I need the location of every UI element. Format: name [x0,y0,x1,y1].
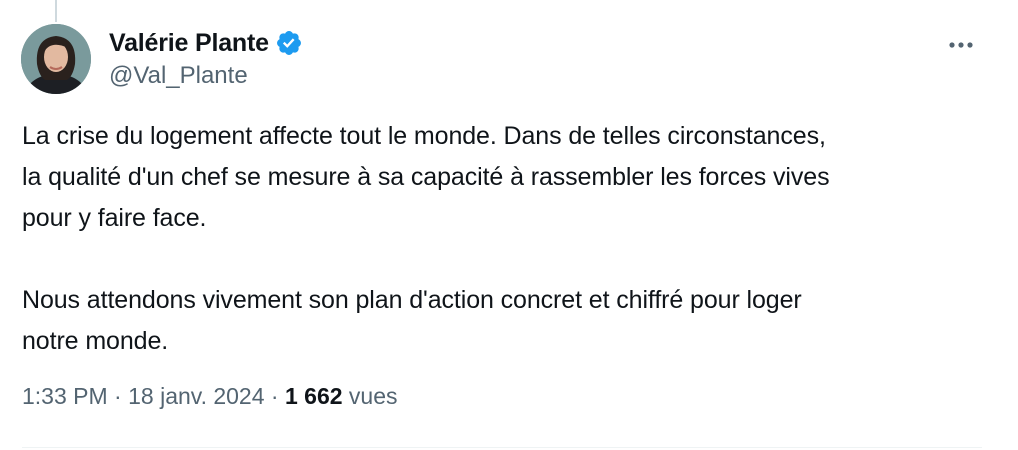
tweet-text: La crise du logement affecte tout le mon… [22,116,982,362]
more-options-button[interactable] [944,28,978,62]
tweet-metadata: 1:33 PM · 18 janv. 2024 · 1 662 vues [22,383,398,410]
thread-connector-line [55,0,57,22]
tweet-paragraph: La crise du logement affecte tout le mon… [22,122,830,232]
tweet-header: Valérie Plante @Val_Plante [109,26,303,90]
tweet-time-link[interactable]: 1:33 PM [22,383,108,410]
tweet-paragraph: Nous attendons vivement son plan d'actio… [22,286,802,355]
author-handle[interactable]: @Val_Plante [109,62,303,90]
tweet-date-link[interactable]: 18 janv. 2024 [128,383,264,410]
divider [22,447,982,448]
avatar-image [21,24,91,94]
more-icon [949,42,973,48]
author-name-row: Valérie Plante [109,26,303,60]
meta-separator: · [270,383,279,409]
views-label: vues [348,383,398,409]
avatar[interactable] [21,24,91,94]
views-count: 1 662 [284,383,343,409]
verified-badge-icon[interactable] [275,29,303,57]
author-display-name[interactable]: Valérie Plante [109,29,269,58]
meta-separator: · [114,383,122,409]
